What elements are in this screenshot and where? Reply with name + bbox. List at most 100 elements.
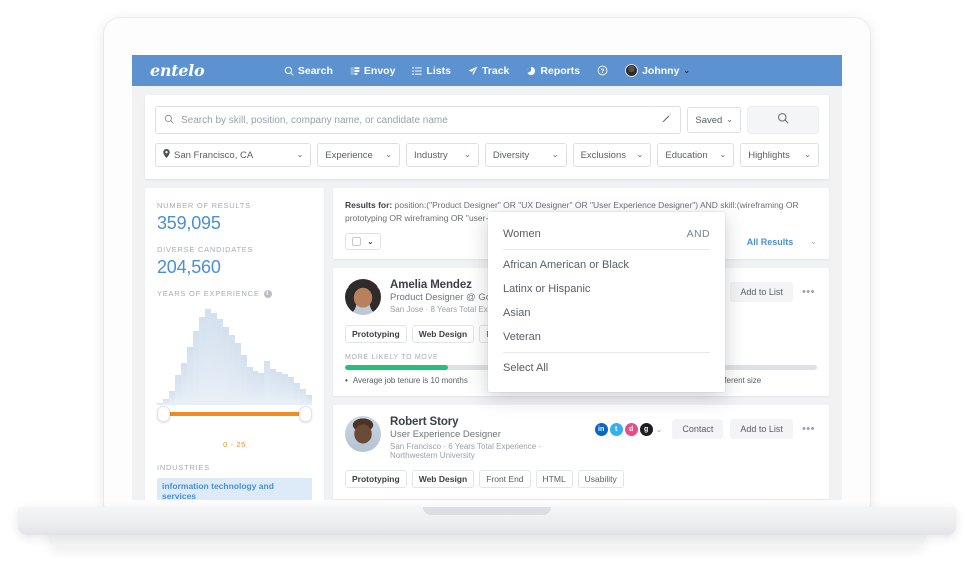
chevron-down-icon: ⌄	[719, 150, 727, 159]
ellipsis-icon[interactable]: •••	[800, 423, 817, 435]
help-button[interactable]: ?	[597, 65, 608, 76]
diversity-option-latinx[interactable]: Latinx or Hispanic	[503, 277, 710, 301]
years-range-slider[interactable]	[157, 406, 312, 426]
slider-range-label: 0 - 25	[223, 440, 246, 449]
svg-text:?: ?	[601, 68, 605, 75]
diverse-count-label: DIVERSE CANDIDATES	[157, 245, 254, 254]
slider-track	[163, 412, 306, 416]
diversity-option-asian[interactable]: Asian	[503, 301, 710, 325]
nav-item-search[interactable]: Search	[284, 65, 333, 77]
user-name: Johnny	[642, 64, 680, 77]
chevron-down-icon: ⌄	[385, 150, 392, 159]
bullet-icon: •	[345, 376, 348, 386]
nav-item-reports[interactable]: Reports	[526, 65, 580, 77]
skill-tag[interactable]: Prototyping	[345, 325, 407, 344]
filter-industry[interactable]: Industry ⌄	[405, 143, 479, 167]
search-icon	[777, 111, 789, 129]
sort-label: All Results	[746, 236, 794, 247]
body-columns: NUMBER OF RESULTS 359,095 DIVERSE CANDID…	[145, 188, 829, 500]
filter-experience[interactable]: Experience ⌄	[317, 143, 400, 167]
dribbble-icon[interactable]: d	[624, 422, 638, 436]
nav-label: Search	[297, 64, 333, 77]
filter-label: Education	[665, 149, 708, 161]
contact-button[interactable]: Contact	[672, 419, 724, 440]
diversity-option-veteran[interactable]: Veteran	[503, 325, 710, 349]
industry-list: information technology and services scho…	[157, 472, 312, 500]
entelo-logo[interactable]: entelo	[150, 61, 205, 80]
search-icon	[284, 66, 294, 76]
search-box[interactable]	[155, 106, 655, 134]
linkedin-icon[interactable]: in	[594, 422, 608, 436]
industry-item[interactable]: information technology and services	[157, 478, 312, 500]
diversity-dropdown-panel[interactable]: Women AND African American or Black Lati…	[488, 212, 725, 392]
envoy-icon	[350, 66, 360, 76]
candidate-header: Robert Story User Experience Designer Sa…	[345, 416, 817, 460]
skill-tag[interactable]: HTML	[535, 470, 573, 489]
slider-knob-max[interactable]	[299, 406, 312, 422]
add-to-list-button[interactable]: Add to List	[730, 419, 793, 440]
checkbox-icon[interactable]	[352, 237, 361, 247]
years-experience-label: YEARS OF EXPERIENCE i	[157, 289, 312, 298]
add-to-list-button[interactable]: Add to List	[730, 282, 793, 303]
histogram-bar	[306, 395, 313, 405]
slider-knob-min[interactable]	[157, 406, 170, 422]
social-links: in t d g ⌄	[594, 422, 663, 436]
option-label: Latinx or Hispanic	[503, 283, 591, 295]
chevron-down-icon[interactable]: ⌄	[656, 425, 663, 434]
filter-label: Diversity	[492, 149, 530, 161]
select-all-control[interactable]: ⌄	[345, 233, 381, 251]
filter-location[interactable]: San Francisco, CA ⌄	[155, 143, 312, 167]
nav-label: Track	[481, 64, 510, 77]
diversity-select-all[interactable]: Select All	[503, 356, 710, 380]
filter-label: Industry	[413, 149, 448, 161]
laptop-foot	[48, 535, 926, 546]
screenshot-stage: entelo Search Envoy Lists Track Reports …	[0, 0, 974, 575]
skill-tag[interactable]: Prototyping	[345, 470, 407, 489]
candidate-name[interactable]: Robert Story	[390, 416, 586, 428]
chevron-down-icon: ⌄	[726, 115, 733, 124]
chevron-down-icon: ⌄	[683, 65, 691, 75]
chevron-down-icon: ⌄	[551, 150, 559, 159]
github-icon[interactable]: g	[639, 422, 653, 436]
magic-wand-button[interactable]	[653, 106, 682, 134]
skill-tag[interactable]: Usability	[577, 470, 624, 489]
magic-wand-icon	[661, 111, 673, 129]
filter-exclusions[interactable]: Exclusions ⌄	[572, 143, 652, 167]
filter-label: Experience	[325, 149, 373, 161]
candidate-meta: San Francisco · 6 Years Total Experience…	[390, 442, 542, 461]
filter-label: Exclusions	[580, 149, 627, 161]
search-icon	[164, 111, 174, 129]
skill-tag[interactable]: Front End	[479, 470, 531, 489]
saved-searches-dropdown[interactable]: Saved ⌄	[687, 107, 741, 133]
info-icon[interactable]: i	[263, 289, 272, 298]
diverse-count-value: 204,560	[157, 257, 221, 277]
search-panel: Saved ⌄ S	[145, 95, 829, 179]
filter-label: Highlights	[748, 149, 790, 161]
filter-diversity[interactable]: Diversity ⌄	[484, 143, 567, 167]
twitter-icon[interactable]: t	[609, 422, 623, 436]
nav-item-track[interactable]: Track	[468, 65, 509, 77]
skill-tag[interactable]: Web Design	[411, 470, 475, 489]
diversity-option-women[interactable]: Women AND	[503, 222, 710, 246]
filter-highlights[interactable]: Highlights ⌄	[740, 143, 819, 167]
nav-item-lists[interactable]: Lists	[412, 65, 451, 77]
sort-dropdown[interactable]: All Results ⌄	[747, 237, 817, 247]
ellipsis-icon[interactable]: •••	[800, 286, 817, 298]
nav-label: Reports	[540, 64, 581, 77]
user-menu[interactable]: Johnny ⌄	[625, 64, 690, 77]
search-input[interactable]	[181, 114, 646, 126]
chevron-down-icon[interactable]: ⌄	[367, 237, 374, 246]
filter-education[interactable]: Education ⌄	[657, 143, 735, 167]
nav-item-envoy[interactable]: Envoy	[350, 64, 396, 77]
option-label: African American or Black	[503, 259, 629, 271]
diversity-option-african-american[interactable]: African American or Black	[503, 253, 710, 277]
operator-label[interactable]: AND	[687, 228, 710, 240]
chevron-down-icon: ⌄	[804, 150, 811, 159]
search-submit-button[interactable]	[747, 106, 819, 134]
candidate-card[interactable]: Robert Story User Experience Designer Sa…	[333, 405, 829, 500]
nav-label: Envoy	[363, 64, 396, 77]
candidate-title: User Experience Designer	[390, 429, 501, 441]
skill-tag[interactable]: Web Design	[411, 325, 475, 344]
signal-note-text: Average job tenure is 10 months	[352, 376, 468, 386]
avatar	[625, 64, 639, 77]
